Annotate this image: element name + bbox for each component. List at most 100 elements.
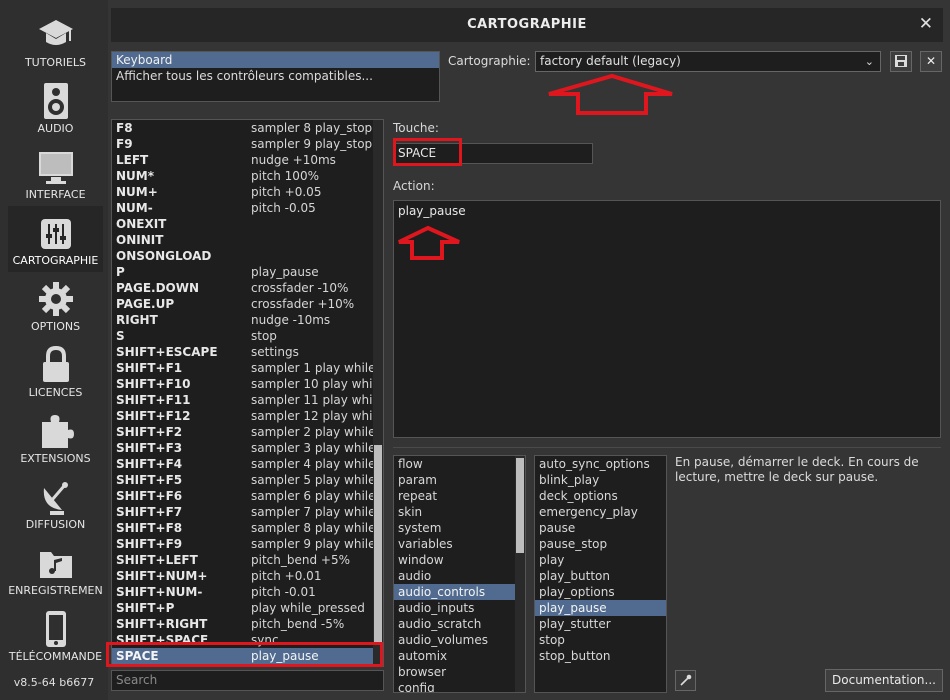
action-item[interactable]: pause_stop bbox=[535, 536, 666, 552]
key-row[interactable]: PAGE.UP crossfader +10% bbox=[112, 296, 383, 312]
category-item[interactable]: audio_inputs bbox=[394, 600, 525, 616]
category-item[interactable]: browser bbox=[394, 664, 525, 680]
category-item[interactable]: system bbox=[394, 520, 525, 536]
key-list-scrollbar[interactable] bbox=[373, 120, 383, 666]
sidebar-item-interface[interactable]: INTERFACE bbox=[8, 140, 103, 206]
action-item[interactable]: stop_button bbox=[535, 648, 666, 664]
sidebar-item-licences[interactable]: LICENCES bbox=[8, 338, 103, 404]
key-name: F9 bbox=[116, 137, 133, 151]
save-mapping-button[interactable] bbox=[890, 51, 912, 72]
key-row[interactable]: NUM-pitch -0.05 bbox=[112, 200, 383, 216]
key-row[interactable]: ONSONGLOAD bbox=[112, 248, 383, 264]
action-item[interactable]: play_options bbox=[535, 584, 666, 600]
sidebar-item-extensions[interactable]: EXTENSIONS bbox=[8, 404, 103, 470]
key-action: stop bbox=[251, 329, 277, 343]
close-icon[interactable]: ✕ bbox=[919, 14, 933, 34]
key-name: ONSONGLOAD bbox=[116, 249, 212, 263]
key-action: sampler 6 play while_ bbox=[251, 489, 373, 503]
category-item[interactable]: audio_controls bbox=[394, 584, 525, 600]
sidebar-item-telecommande[interactable]: TÉLÉCOMMANDE bbox=[8, 602, 103, 668]
action-item[interactable]: blink_play bbox=[535, 472, 666, 488]
category-item[interactable]: window bbox=[394, 552, 525, 568]
category-item[interactable]: param bbox=[394, 472, 525, 488]
key-row[interactable]: LEFT nudge +10ms bbox=[112, 152, 383, 168]
key-row[interactable]: RIGHT nudge -10ms bbox=[112, 312, 383, 328]
device-item-keyboard[interactable]: Keyboard bbox=[112, 52, 439, 68]
category-item[interactable]: audio bbox=[394, 568, 525, 584]
key-action: crossfader +10% bbox=[251, 297, 355, 311]
key-row[interactable]: SHIFT+LEFT pitch_bend +5% bbox=[112, 552, 383, 568]
sidebar-item-options[interactable]: OPTIONS bbox=[8, 272, 103, 338]
key-row[interactable]: SHIFT+F2 sampler 2 play while_ bbox=[112, 424, 383, 440]
key-name: ONINIT bbox=[116, 233, 164, 247]
category-item[interactable]: skin bbox=[394, 504, 525, 520]
key-row[interactable]: Sstop bbox=[112, 328, 383, 344]
key-row[interactable]: F9 sampler 9 play_stop bbox=[112, 136, 383, 152]
key-row[interactable]: SHIFT+F1 sampler 1 play while_ bbox=[112, 360, 383, 376]
key-row[interactable]: SHIFT+F8 sampler 8 play while_ bbox=[112, 520, 383, 536]
key-row[interactable]: SHIFT+F6 sampler 6 play while_ bbox=[112, 488, 383, 504]
category-list-scrollbar[interactable] bbox=[515, 456, 525, 692]
key-row[interactable]: SPACE play_pause bbox=[112, 648, 383, 664]
key-row[interactable]: SHIFT+NUM+ pitch +0.01 bbox=[112, 568, 383, 584]
key-row[interactable]: SHIFT+F12 sampler 12 play while bbox=[112, 408, 383, 424]
key-action: pitch +0.01 bbox=[251, 569, 322, 583]
key-row[interactable]: SHIFT+F3 sampler 3 play while_ bbox=[112, 440, 383, 456]
key-name: SHIFT+NUM- bbox=[116, 585, 203, 599]
action-item[interactable]: auto_sync_options bbox=[535, 456, 666, 472]
mapping-select[interactable]: factory default (legacy) ⌄ bbox=[535, 51, 881, 72]
action-item[interactable]: stop bbox=[535, 632, 666, 648]
key-row[interactable]: NUM* pitch 100% bbox=[112, 168, 383, 184]
action-textarea[interactable]: play_pause bbox=[393, 200, 941, 438]
pick-action-button[interactable] bbox=[675, 670, 696, 691]
key-row[interactable]: PAGE.DOWN crossfader -10% bbox=[112, 280, 383, 296]
key-row[interactable]: NUM+ pitch +0.05 bbox=[112, 184, 383, 200]
sidebar-item-enregistrement[interactable]: ENREGISTREMEN bbox=[8, 536, 103, 602]
key-name: SHIFT+LEFT bbox=[116, 553, 198, 567]
sidebar-item-cartographie[interactable]: CARTOGRAPHIE bbox=[8, 206, 103, 272]
action-item[interactable]: emergency_play bbox=[535, 504, 666, 520]
action-item[interactable]: play_pause bbox=[535, 600, 666, 616]
category-item[interactable]: config bbox=[394, 680, 525, 692]
category-item[interactable]: repeat bbox=[394, 488, 525, 504]
key-row[interactable]: SHIFT+SPACE sync bbox=[112, 632, 383, 648]
sidebar-item-diffusion[interactable]: DIFFUSION bbox=[8, 470, 103, 536]
key-row[interactable]: SHIFT+F7 sampler 7 play while_ bbox=[112, 504, 383, 520]
category-item[interactable]: audio_volumes bbox=[394, 632, 525, 648]
key-row[interactable]: ONEXIT bbox=[112, 216, 383, 232]
category-item[interactable]: automix bbox=[394, 648, 525, 664]
device-item-show-all[interactable]: Afficher tous les contrôleurs compatible… bbox=[112, 68, 439, 84]
key-name: RIGHT bbox=[116, 313, 158, 327]
key-row[interactable]: SHIFT+ESCAPE settings bbox=[112, 344, 383, 360]
category-item[interactable]: variables bbox=[394, 536, 525, 552]
sidebar-item-label: DIFFUSION bbox=[25, 518, 86, 531]
key-row[interactable]: SHIFT+F5 sampler 5 play while_ bbox=[112, 472, 383, 488]
key-row[interactable]: Pplay_pause bbox=[112, 264, 383, 280]
action-item[interactable]: pause bbox=[535, 520, 666, 536]
sidebar-item-label: ENREGISTREMEN bbox=[8, 584, 103, 597]
action-item[interactable]: deck_options bbox=[535, 488, 666, 504]
key-row[interactable]: SHIFT+F4 sampler 4 play while_ bbox=[112, 456, 383, 472]
category-item[interactable]: flow bbox=[394, 456, 525, 472]
delete-mapping-button[interactable]: ✕ bbox=[920, 51, 942, 72]
search-input[interactable]: Search bbox=[111, 670, 384, 691]
sidebar-item-audio[interactable]: AUDIO bbox=[8, 74, 103, 140]
key-list-scroll-thumb[interactable] bbox=[374, 445, 382, 645]
action-item[interactable]: play_button bbox=[535, 568, 666, 584]
key-row[interactable]: SHIFT+RIGHT pitch_bend -5% bbox=[112, 616, 383, 632]
action-item[interactable]: play bbox=[535, 552, 666, 568]
key-row[interactable]: SHIFT+F11 sampler 11 play while bbox=[112, 392, 383, 408]
category-list-scroll-thumb[interactable] bbox=[516, 458, 524, 553]
documentation-button[interactable]: Documentation... bbox=[825, 669, 943, 692]
key-row[interactable]: SHIFT+F9 sampler 9 play while_ bbox=[112, 536, 383, 552]
sidebar-item-tutoriels[interactable]: TUTORIELS bbox=[8, 8, 103, 74]
key-row[interactable]: ONINIT bbox=[112, 232, 383, 248]
category-item[interactable]: audio_scratch bbox=[394, 616, 525, 632]
key-row[interactable]: SHIFT+F10 sampler 10 play while bbox=[112, 376, 383, 392]
action-item[interactable]: play_stutter bbox=[535, 616, 666, 632]
touche-input[interactable]: SPACE bbox=[393, 143, 593, 164]
key-row[interactable]: SHIFT+NUM-pitch -0.01 bbox=[112, 584, 383, 600]
key-row[interactable]: SHIFT+P play while_pressed bbox=[112, 600, 383, 616]
save-icon bbox=[895, 55, 907, 67]
key-row[interactable]: F8 sampler 8 play_stop bbox=[112, 120, 383, 136]
